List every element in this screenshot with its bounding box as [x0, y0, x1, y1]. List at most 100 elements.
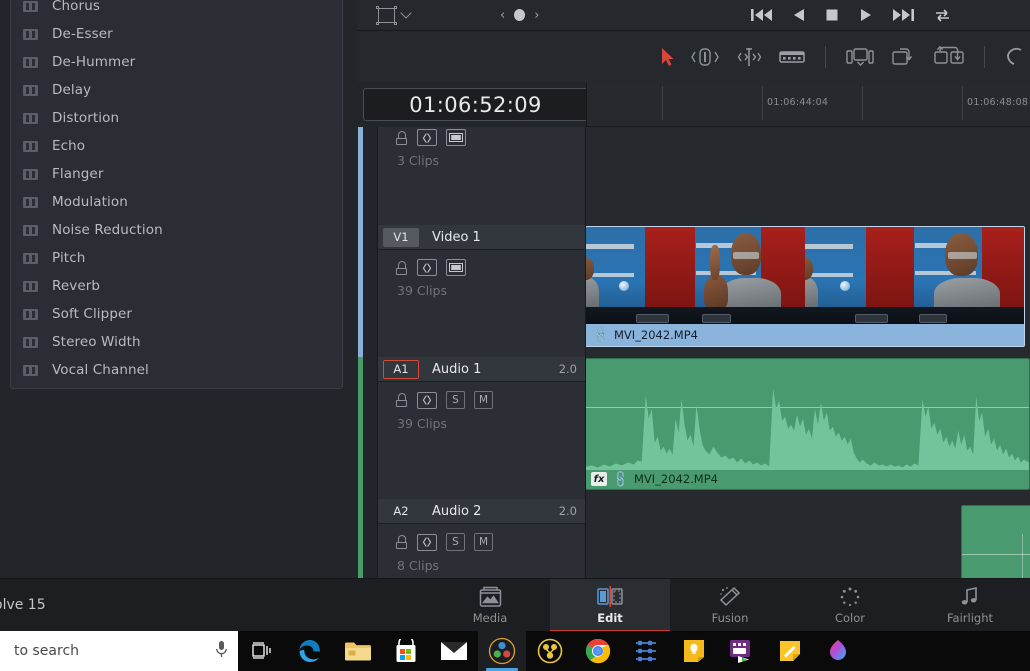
track-header[interactable]: V1 Video 1 〈〉 39 Clips — [377, 225, 586, 357]
solo-icon[interactable]: S — [446, 533, 465, 551]
stop-icon[interactable] — [825, 7, 840, 23]
page-button-color[interactable]: Color — [790, 579, 910, 632]
file-explorer-icon[interactable] — [334, 631, 382, 671]
timeline-clip-video[interactable]: 🔗 MVI_2042.MP4 — [586, 226, 1025, 347]
search-placeholder-text: to search — [14, 643, 80, 659]
effect-list-item[interactable]: Noise Reduction — [11, 216, 342, 244]
keyframe-dot-icon[interactable] — [514, 9, 526, 21]
effects-library-list[interactable]: Chorus De-Esser De-Hummer Delay Distortion Ec… — [10, 0, 343, 389]
insert-clip-icon[interactable] — [845, 46, 875, 68]
sticky-notes-icon[interactable] — [766, 631, 814, 671]
chevron-down-icon[interactable] — [400, 7, 412, 19]
effect-list-item[interactable]: Distortion — [11, 104, 342, 132]
play-reverse-icon[interactable] — [792, 7, 806, 23]
mute-icon[interactable]: M — [474, 533, 493, 551]
notes-app-icon[interactable] — [670, 631, 718, 671]
page-button-fusion[interactable]: Fusion — [670, 579, 790, 632]
effect-list-item-label: De-Esser — [52, 26, 113, 42]
page-button-fairlight[interactable]: Fairlight — [910, 579, 1030, 632]
trello-icon[interactable] — [622, 631, 670, 671]
track-lane[interactable] — [586, 127, 1030, 225]
magnet-icon[interactable] — [1004, 46, 1026, 68]
video-thumbnail-icon[interactable] — [446, 129, 466, 146]
auto-select-icon[interactable]: 〈〉 — [417, 533, 437, 551]
dynamic-trim-icon[interactable] — [735, 46, 763, 68]
effect-list-item[interactable]: Delay — [11, 76, 342, 104]
effect-list-item[interactable]: De-Esser — [11, 20, 342, 48]
track-header[interactable]: A1 Audio 1 2.0 〈〉 S M 39 Clips — [377, 357, 586, 499]
lock-icon[interactable] — [396, 130, 407, 145]
track-lane[interactable] — [586, 499, 1030, 578]
razor-blade-icon[interactable] — [778, 46, 806, 68]
auto-select-icon[interactable]: 〈〉 — [417, 259, 437, 276]
track-controls[interactable]: 〈〉 S M — [378, 382, 585, 409]
effect-list-item[interactable]: Vocal Channel — [11, 356, 342, 384]
effect-list-item[interactable]: Chorus — [11, 0, 342, 20]
crop-frame-icon[interactable] — [376, 5, 397, 25]
effect-list-item[interactable]: Soft Clipper — [11, 300, 342, 328]
davinci-resolve-icon[interactable] — [478, 631, 526, 671]
play-icon[interactable] — [859, 7, 873, 23]
timeline-ruler[interactable]: 01:06:44:04 01:06:48:08 — [586, 82, 1030, 127]
track-controls[interactable]: 〈〉 S M — [378, 524, 585, 551]
timeline-track-a2[interactable]: A2 Audio 2 2.0 〈〉 S M 8 Clips — [358, 499, 1030, 578]
track-id-badge[interactable]: V1 — [383, 227, 419, 247]
track-title-row[interactable]: A1 Audio 1 2.0 — [378, 357, 585, 382]
arrow-cursor-icon[interactable] — [661, 47, 675, 67]
blackmagic-fairlight-icon[interactable] — [526, 631, 574, 671]
effect-list-item[interactable]: Flanger — [11, 160, 342, 188]
keyframe-navigator[interactable]: ‹ › — [500, 8, 539, 23]
skip-back-icon[interactable] — [751, 7, 773, 23]
mail-icon[interactable] — [430, 631, 478, 671]
prev-marker-icon[interactable]: ‹ — [500, 8, 505, 23]
next-marker-icon[interactable]: › — [534, 8, 539, 23]
track-id-badge[interactable]: A1 — [383, 359, 419, 379]
lock-icon[interactable] — [396, 260, 407, 275]
track-header[interactable]: 〈〉 3 Clips — [377, 127, 586, 225]
track-header[interactable]: A2 Audio 2 2.0 〈〉 S M 8 Clips — [377, 499, 586, 578]
microphone-icon[interactable] — [215, 640, 228, 663]
effect-list-item[interactable]: Reverb — [11, 272, 342, 300]
effect-list-item[interactable]: Stereo Width — [11, 328, 342, 356]
timeline-track-a1[interactable]: A1 Audio 1 2.0 〈〉 S M 39 Clips fx 🔗 MVI_… — [358, 357, 1030, 499]
google-chrome-icon[interactable] — [574, 631, 622, 671]
page-button-edit[interactable]: Edit — [550, 578, 670, 632]
solo-icon[interactable]: S — [446, 391, 465, 409]
loop-icon[interactable] — [933, 7, 952, 23]
timecode-value: 01:06:52:09 — [409, 92, 542, 117]
lock-icon[interactable] — [396, 393, 407, 407]
camtasia-icon[interactable] — [718, 631, 766, 671]
timeline-tracks[interactable]: 〈〉 3 Clips V1 Video 1 〈〉 39 Clips 🔗 MVI_… — [358, 127, 1030, 578]
track-lane[interactable]: fx 🔗 MVI_2042.MP4 — [586, 357, 1030, 499]
timeline-track-v2[interactable]: 〈〉 3 Clips — [358, 127, 1030, 225]
trim-edit-icon[interactable] — [690, 46, 720, 68]
effect-list-item[interactable]: Modulation — [11, 188, 342, 216]
effect-list-item[interactable]: Pitch — [11, 244, 342, 272]
overwrite-clip-icon[interactable] — [890, 46, 918, 68]
video-thumbnail-icon[interactable] — [446, 259, 466, 276]
task-view-icon[interactable] — [238, 631, 286, 671]
microsoft-edge-icon[interactable] — [286, 631, 334, 671]
track-lane[interactable]: 🔗 MVI_2042.MP4 — [586, 225, 1030, 357]
microsoft-store-icon[interactable] — [382, 631, 430, 671]
lock-icon[interactable] — [396, 535, 407, 549]
page-button-media[interactable]: Media — [430, 579, 550, 632]
timeline-track-v1[interactable]: V1 Video 1 〈〉 39 Clips 🔗 MVI_2042.MP4 — [358, 225, 1030, 357]
auto-select-icon[interactable]: 〈〉 — [417, 391, 437, 409]
effect-list-item[interactable]: Echo — [11, 132, 342, 160]
track-controls[interactable]: 〈〉 — [378, 250, 585, 276]
track-id-badge[interactable]: A2 — [383, 502, 419, 521]
timeline-timecode-display[interactable]: 01:06:52:09 — [363, 88, 588, 121]
auto-select-icon[interactable]: 〈〉 — [417, 129, 437, 146]
mute-icon[interactable]: M — [474, 391, 493, 409]
paint-3d-icon[interactable] — [814, 631, 862, 671]
track-title-row[interactable]: V1 Video 1 — [378, 225, 585, 250]
windows-search-box[interactable]: to search — [0, 631, 238, 671]
track-controls[interactable]: 〈〉 — [378, 127, 585, 146]
effect-list-item[interactable]: De-Hummer — [11, 48, 342, 76]
track-title-row[interactable]: A2 Audio 2 2.0 — [378, 499, 585, 524]
skip-forward-icon[interactable] — [892, 7, 914, 23]
timeline-clip-audio[interactable] — [961, 505, 1030, 578]
replace-clip-icon[interactable] — [933, 45, 965, 68]
timeline-clip-audio[interactable]: fx 🔗 MVI_2042.MP4 — [586, 358, 1030, 490]
